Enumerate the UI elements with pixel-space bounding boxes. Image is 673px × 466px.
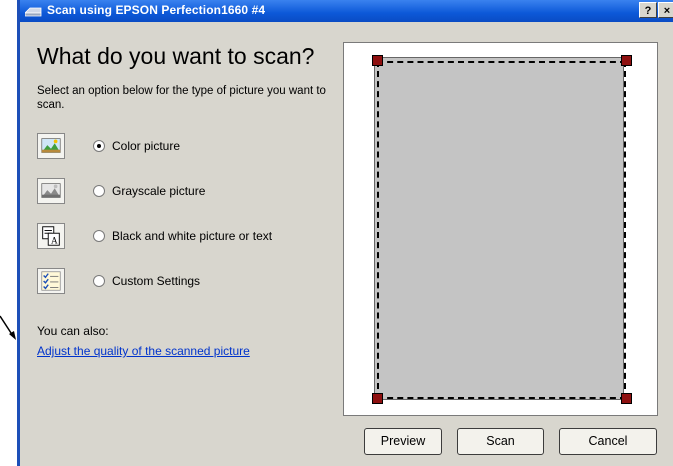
help-button[interactable]: ? bbox=[639, 2, 657, 18]
crop-handle-bottom-right[interactable] bbox=[621, 393, 632, 404]
scanner-icon bbox=[25, 7, 42, 17]
crop-handle-top-right[interactable] bbox=[621, 55, 632, 66]
option-label: Custom Settings bbox=[112, 274, 201, 288]
option-custom-settings[interactable]: Custom Settings bbox=[37, 268, 337, 298]
option-label: Grayscale picture bbox=[112, 184, 206, 198]
color-picture-icon bbox=[37, 133, 65, 159]
crop-handle-bottom-left[interactable] bbox=[372, 393, 383, 404]
cancel-button[interactable]: Cancel bbox=[559, 428, 657, 455]
grayscale-picture-icon bbox=[37, 178, 65, 204]
radio-black-white-picture[interactable] bbox=[93, 230, 105, 242]
radio-custom-settings[interactable] bbox=[93, 275, 105, 287]
black-white-picture-icon: A bbox=[37, 223, 65, 249]
option-black-white-picture[interactable]: A Black and white picture or text bbox=[37, 223, 337, 253]
radio-color-picture[interactable] bbox=[93, 140, 105, 152]
title-bar[interactable]: Scan using EPSON Perfection1660 #4 ? × bbox=[20, 0, 673, 22]
option-color-picture[interactable]: Color picture bbox=[37, 133, 337, 163]
close-button[interactable]: × bbox=[658, 2, 673, 18]
preview-button[interactable]: Preview bbox=[364, 428, 442, 455]
svg-text:A: A bbox=[51, 235, 58, 245]
scan-dialog: Scan using EPSON Perfection1660 #4 ? × W… bbox=[17, 0, 673, 466]
instruction-text: Select an option below for the type of p… bbox=[37, 85, 326, 111]
option-grayscale-picture[interactable]: Grayscale picture bbox=[37, 178, 337, 208]
scan-button[interactable]: Scan bbox=[457, 428, 544, 455]
crop-selection[interactable] bbox=[377, 61, 626, 399]
crop-handle-top-left[interactable] bbox=[372, 55, 383, 66]
also-label: You can also: bbox=[37, 324, 109, 338]
radio-grayscale-picture[interactable] bbox=[93, 185, 105, 197]
custom-settings-icon bbox=[37, 268, 65, 294]
option-label: Color picture bbox=[112, 139, 181, 153]
window-title: Scan using EPSON Perfection1660 #4 bbox=[47, 3, 266, 17]
scan-preview-area[interactable] bbox=[343, 42, 658, 416]
option-label: Black and white picture or text bbox=[112, 229, 273, 243]
page-heading: What do you want to scan? bbox=[37, 43, 315, 69]
adjust-quality-link[interactable]: Adjust the quality of the scanned pictur… bbox=[37, 344, 250, 358]
